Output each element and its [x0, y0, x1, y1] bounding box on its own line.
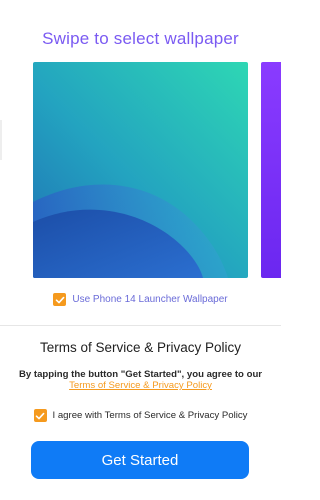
wallpaper-preview-current[interactable]	[33, 62, 248, 278]
agree-label: I agree with Terms of Service & Privacy …	[52, 410, 248, 421]
wallpaper-art	[33, 62, 248, 278]
use-wallpaper-checkbox[interactable]	[53, 293, 67, 306]
use-wallpaper-label: Use Phone 14 Launcher Wallpaper	[72, 294, 228, 305]
policy-text: By tapping the button "Get Started", you…	[18, 369, 263, 380]
section-divider	[0, 325, 281, 326]
previous-wallpaper-edge[interactable]	[0, 120, 2, 160]
check-icon	[35, 412, 45, 419]
page-title: Swipe to select wallpaper	[42, 29, 239, 48]
use-wallpaper-option[interactable]: Use Phone 14 Launcher Wallpaper	[0, 293, 281, 306]
wallpaper-preview-next[interactable]	[261, 62, 281, 278]
wallpaper-setup-screen: Swipe to select wallpaper Use Phone 14 L…	[0, 0, 281, 500]
policy-link[interactable]: Terms of Service & Privacy Policy	[0, 380, 281, 391]
policy-description: By tapping the button "Get Started", you…	[0, 369, 281, 391]
agree-option[interactable]: I agree with Terms of Service & Privacy …	[0, 409, 281, 422]
get-started-button[interactable]: Get Started	[31, 441, 249, 479]
check-icon	[55, 296, 65, 303]
policy-title: Terms of Service & Privacy Policy	[39, 340, 242, 355]
agree-checkbox[interactable]	[33, 409, 47, 422]
